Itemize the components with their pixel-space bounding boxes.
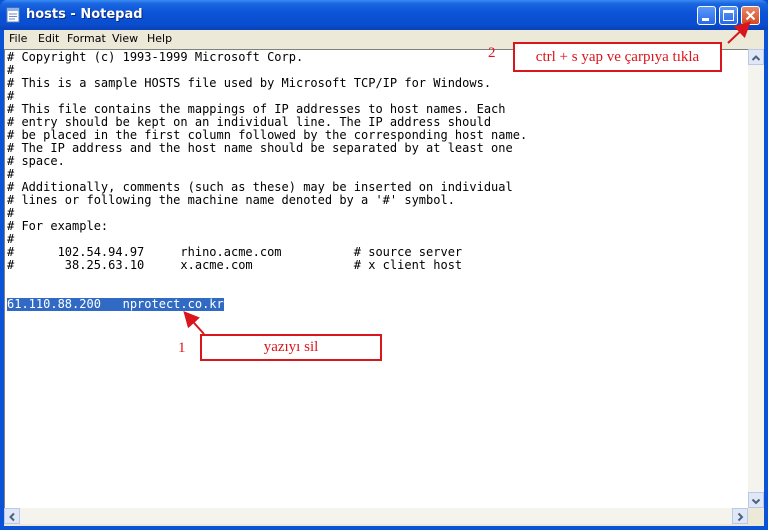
- text-line[interactable]: [7, 272, 527, 285]
- maximize-button[interactable]: [719, 6, 738, 25]
- step2-number: 2: [488, 45, 496, 61]
- vertical-scrollbar[interactable]: [748, 49, 764, 508]
- chevron-up-icon: [751, 55, 761, 61]
- scroll-down-button[interactable]: [748, 492, 764, 508]
- text-line[interactable]: # For example:: [7, 220, 527, 233]
- step1-callout: yazıyı sil: [200, 334, 382, 361]
- chevron-left-icon: [9, 512, 15, 522]
- selected-text[interactable]: 61.110.88.200 nprotect.co.kr: [7, 298, 224, 311]
- horizontal-scrollbar[interactable]: [4, 508, 748, 524]
- scroll-right-button[interactable]: [732, 508, 748, 524]
- menu-help[interactable]: Help: [147, 32, 172, 45]
- menu-view[interactable]: View: [112, 32, 138, 45]
- chevron-down-icon: [751, 498, 761, 505]
- window-title: hosts - Notepad: [26, 7, 143, 22]
- notepad-icon: [6, 7, 20, 23]
- chevron-right-icon: [737, 512, 744, 522]
- text-line[interactable]: # The IP address and the host name shoul…: [7, 142, 527, 155]
- text-line[interactable]: # This is a sample HOSTS file used by Mi…: [7, 77, 527, 90]
- title-bar[interactable]: hosts - Notepad: [0, 0, 768, 30]
- size-grip[interactable]: [748, 508, 764, 524]
- menu-format[interactable]: Format: [67, 32, 106, 45]
- text-line[interactable]: # lines or following the machine name de…: [7, 194, 527, 207]
- text-line[interactable]: # Copyright (c) 1993-1999 Microsoft Corp…: [7, 51, 527, 64]
- step2-callout: ctrl + s yap ve çarpıya tıkla: [513, 42, 722, 72]
- scroll-left-button[interactable]: [4, 508, 20, 524]
- close-icon: [745, 10, 756, 21]
- notepad-window: hosts - Notepad File Edit Format View He…: [0, 0, 768, 530]
- minimize-icon: [702, 18, 709, 21]
- document-text[interactable]: # Copyright (c) 1993-1999 Microsoft Corp…: [7, 51, 527, 298]
- window-client: File Edit Format View Help # Copyright (…: [4, 30, 764, 526]
- close-button[interactable]: [741, 6, 760, 25]
- text-line[interactable]: # 38.25.63.10 x.acme.com # x client host: [7, 259, 527, 272]
- text-line[interactable]: # space.: [7, 155, 527, 168]
- menu-edit[interactable]: Edit: [38, 32, 59, 45]
- minimize-button[interactable]: [697, 6, 716, 25]
- text-editor[interactable]: # Copyright (c) 1993-1999 Microsoft Corp…: [4, 49, 748, 508]
- step1-number: 1: [178, 340, 186, 356]
- scroll-up-button[interactable]: [748, 49, 764, 65]
- maximize-icon: [723, 10, 734, 21]
- menu-file[interactable]: File: [9, 32, 27, 45]
